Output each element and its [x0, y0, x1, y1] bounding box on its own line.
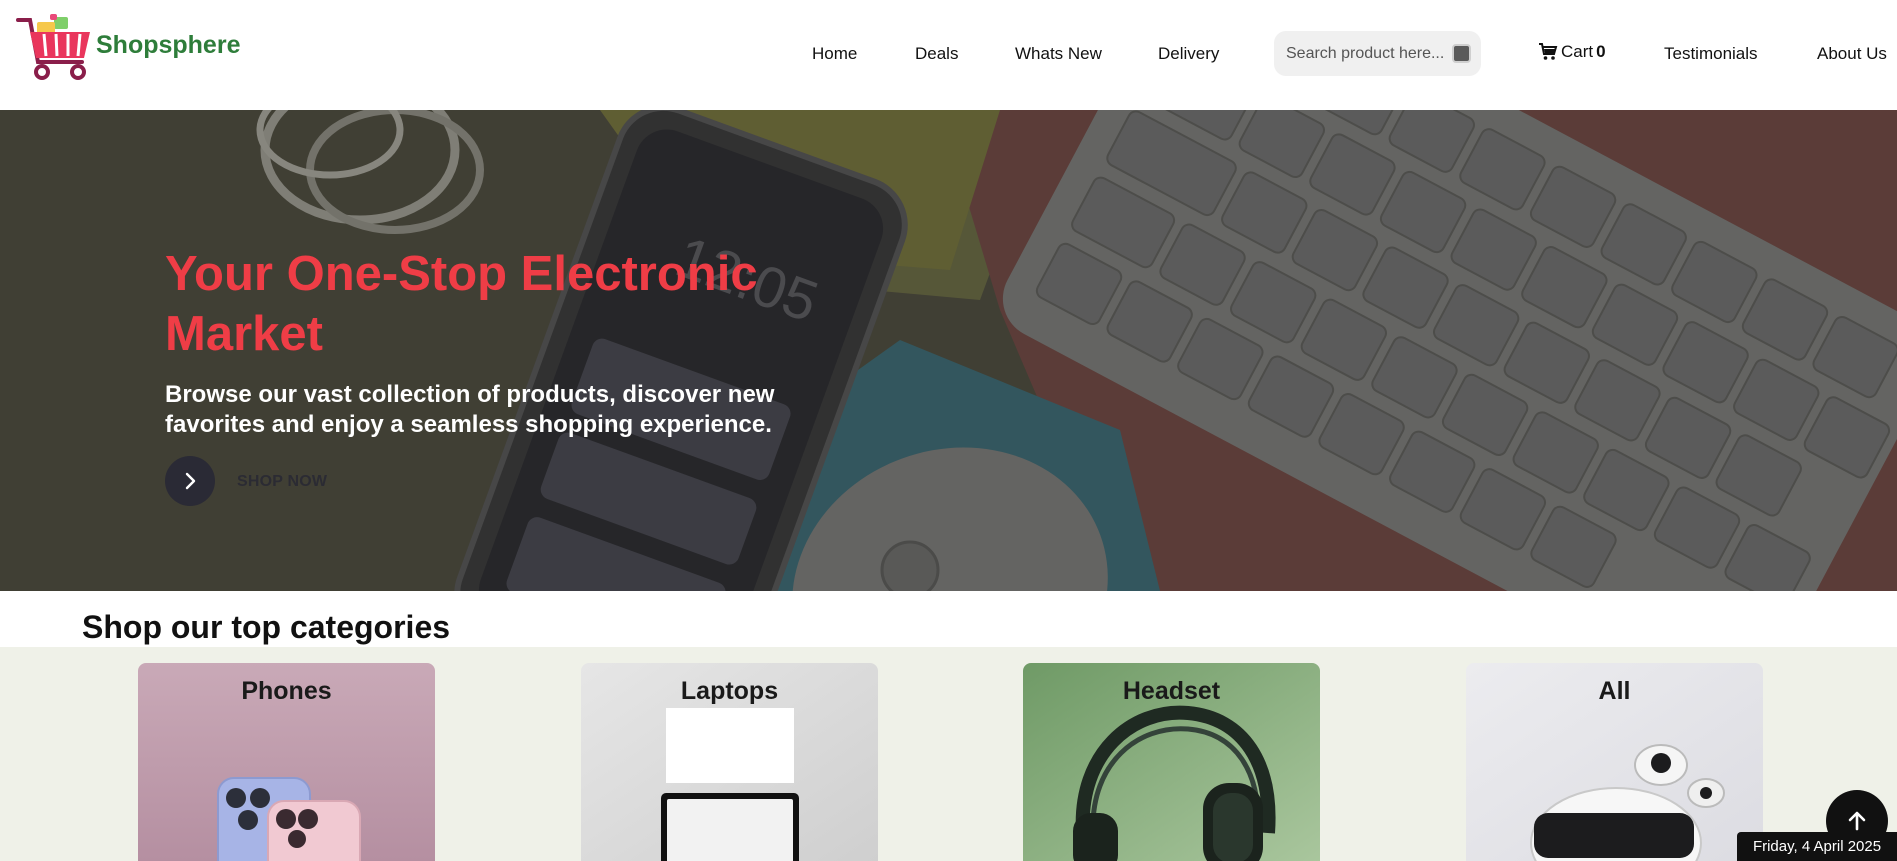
nav-testimonials[interactable]: Testimonials: [1664, 44, 1758, 64]
category-card-laptops[interactable]: Laptops: [581, 663, 878, 861]
category-card-all[interactable]: All: [1466, 663, 1763, 861]
nav-whats-new[interactable]: Whats New: [1015, 44, 1102, 64]
arrow-up-icon: [1848, 811, 1866, 831]
cart-link[interactable]: Cart 0: [1538, 42, 1606, 62]
category-card-phones[interactable]: Phones: [138, 663, 435, 861]
main-nav: Home Deals Whats New Delivery Cart 0 Tes…: [0, 0, 1897, 110]
nav-home[interactable]: Home: [812, 44, 857, 64]
cart-count: 0: [1596, 42, 1606, 61]
search-input[interactable]: [1286, 41, 1448, 66]
cart-icon: [1539, 43, 1558, 60]
hero-title: Your One-Stop Electronic Market: [165, 247, 758, 361]
category-title-all: All: [1598, 677, 1631, 705]
search-box: [1274, 31, 1481, 76]
hero-subtitle: Browse our vast collection of products, …: [165, 381, 775, 438]
category-title-laptops: Laptops: [680, 677, 779, 705]
hero-banner: 12:05 Your One-Stop Electronic Market Br…: [0, 110, 1897, 591]
categories-heading: Shop our top categories: [82, 609, 451, 645]
shop-now-button[interactable]: [165, 456, 215, 506]
category-title-headset: Headset: [1122, 677, 1221, 705]
nav-delivery[interactable]: Delivery: [1158, 44, 1219, 64]
shop-now-label[interactable]: SHOP NOW: [237, 473, 327, 491]
nav-about-us[interactable]: About Us: [1817, 44, 1887, 64]
search-icon[interactable]: [1452, 44, 1471, 63]
date-badge: Friday, 4 April 2025: [1737, 832, 1897, 861]
cart-label: Cart: [1561, 42, 1594, 61]
category-card-headset[interactable]: Headset: [1023, 663, 1320, 861]
category-title-phones: Phones: [241, 677, 332, 705]
nav-deals[interactable]: Deals: [915, 44, 958, 64]
chevron-right-icon: [185, 472, 196, 490]
site-header: Shopsphere Home Deals Whats New Delivery…: [0, 0, 1897, 110]
